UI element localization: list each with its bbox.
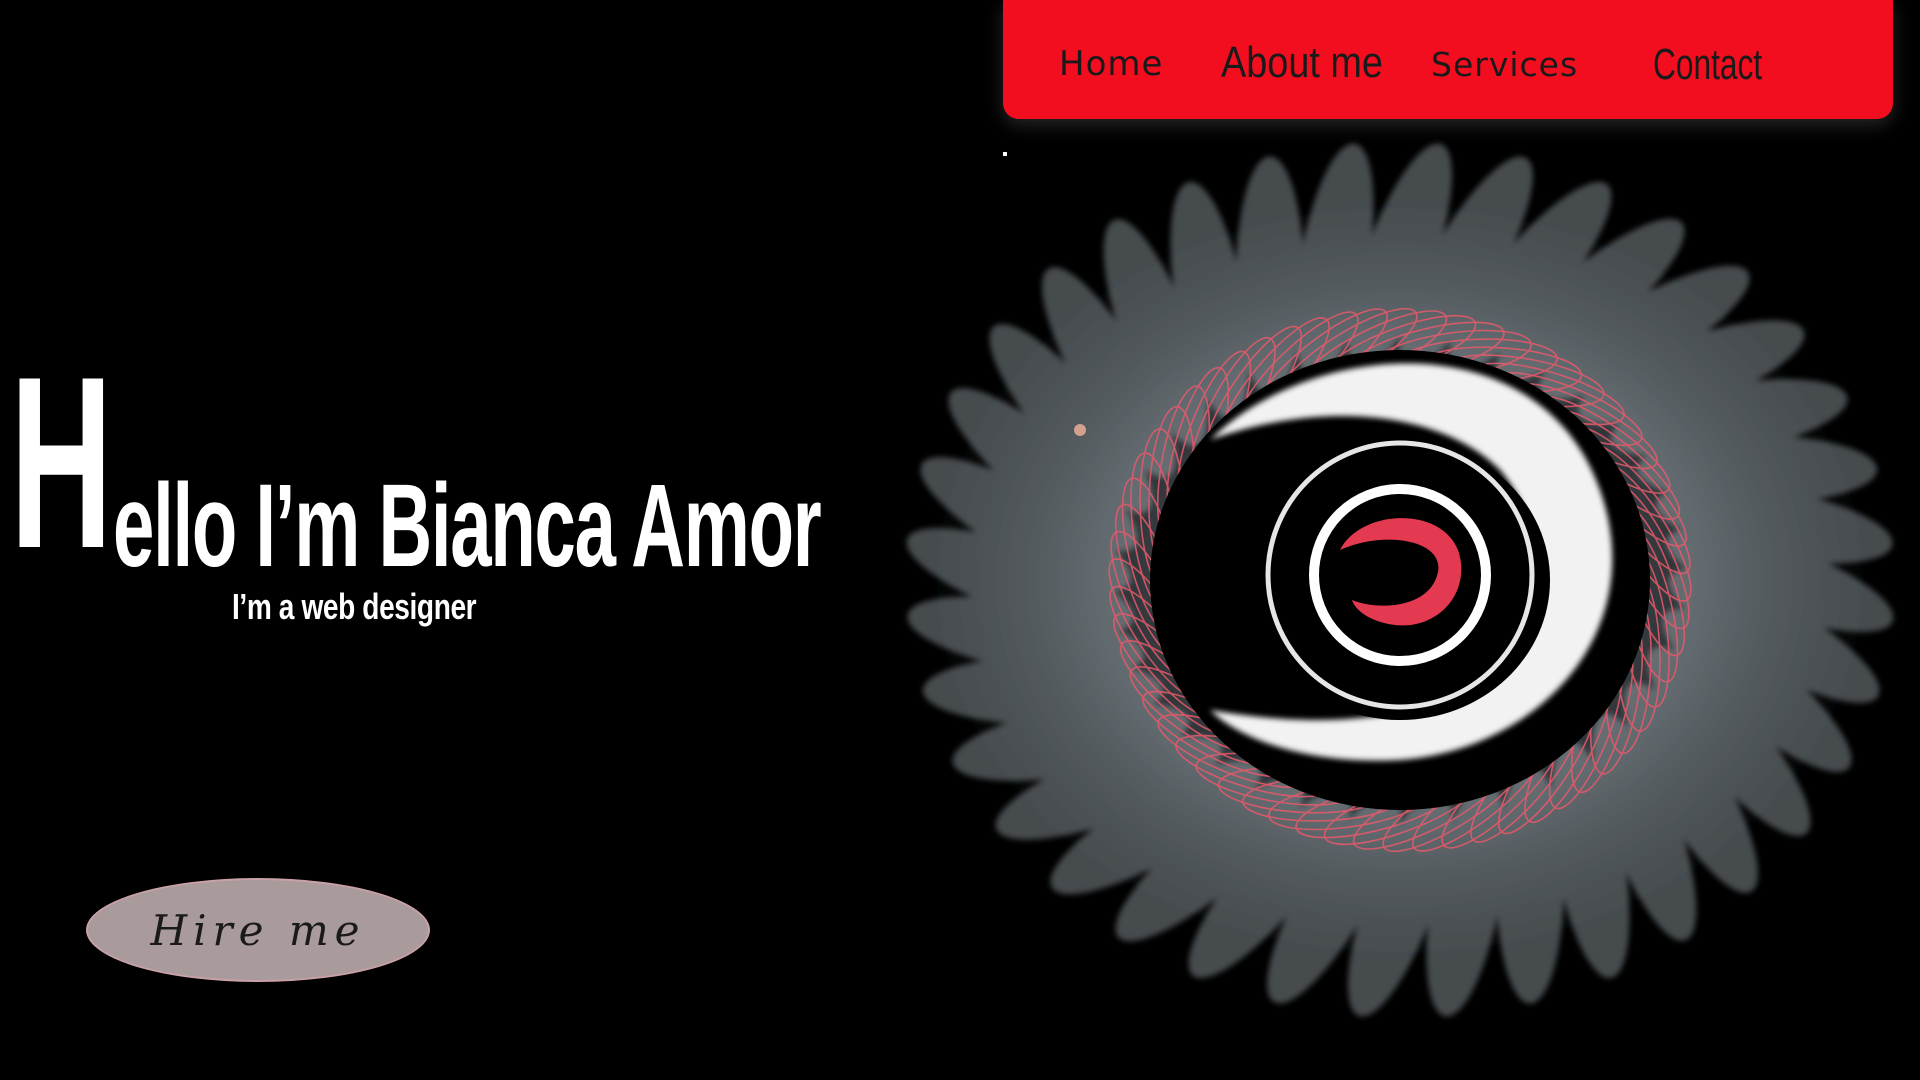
nav-home-link[interactable]: Home [1059, 44, 1163, 84]
hire-me-label: Hire me [150, 905, 366, 955]
hero-subtitle: I’m a web designer [232, 586, 477, 627]
hero-heading: Hello I’m Bianca Amor [10, 325, 1236, 599]
nav-services-link[interactable]: Services [1431, 45, 1578, 84]
nav-contact-link[interactable]: Contact [1653, 40, 1762, 90]
nav-about-link[interactable]: About me [1221, 38, 1383, 88]
hero-heading-text: ello I’m Bianca Amor [112, 460, 822, 592]
hero-heading-initial: H [10, 325, 113, 599]
top-nav: Home About me Services Contact [1003, 0, 1893, 119]
spiral-swirl-artwork [880, 143, 1920, 1017]
hire-me-button[interactable]: Hire me [86, 878, 430, 982]
landing-page: Home About me Services Contact Hello I’m… [0, 0, 1920, 1080]
